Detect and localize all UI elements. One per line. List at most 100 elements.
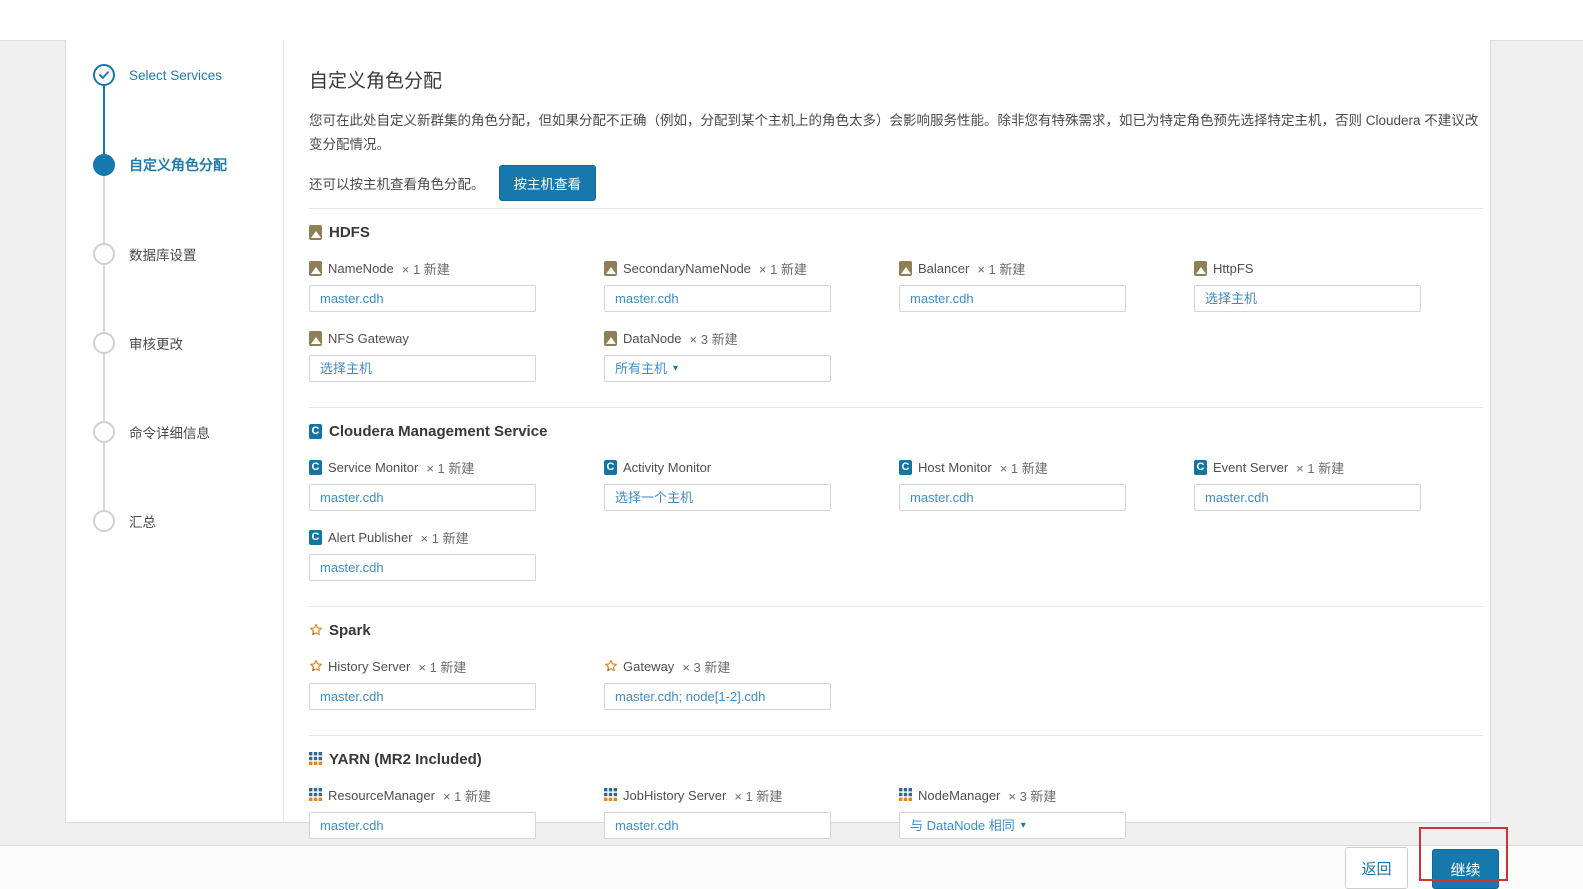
- back-button[interactable]: 返回: [1345, 847, 1408, 889]
- role-assignment-host-monitor: C Host Monitor × 1 新建 master.cdh ▾: [899, 457, 1194, 527]
- hdfs-icon: [604, 261, 617, 276]
- step-select-services: Select Services: [66, 64, 284, 86]
- role-assignment-gateway: Gateway × 3 新建 master.cdh; node[1-2].cdh…: [604, 656, 899, 726]
- section-yarn: YARN (MR2 Included) ResourceManager × 1 …: [309, 735, 1483, 855]
- role-name: ResourceManager: [328, 788, 435, 803]
- yarn-icon: [309, 752, 322, 767]
- step-label: 命令详细信息: [129, 422, 210, 442]
- step-connector-line-active: [103, 75, 105, 165]
- role-count: × 1 新建: [734, 786, 782, 805]
- role-count: × 1 新建: [1000, 458, 1048, 477]
- yarn-icon: [604, 788, 617, 803]
- host-select-field[interactable]: master.cdh ▾: [309, 285, 536, 312]
- role-name: Balancer: [918, 261, 969, 276]
- host-select-field[interactable]: master.cdh ▾: [309, 554, 536, 581]
- role-count: × 1 新建: [443, 786, 491, 805]
- section-title: YARN (MR2 Included): [329, 751, 482, 768]
- hdfs-icon: [1194, 261, 1207, 276]
- host-value: 与 DataNode 相同: [910, 813, 1015, 838]
- host-value: master.cdh: [615, 286, 679, 311]
- role-name: DataNode: [623, 331, 682, 346]
- host-value: master.cdh: [320, 555, 384, 580]
- step-database-setup: 数据库设置: [66, 243, 284, 265]
- role-count: × 1 新建: [426, 458, 474, 477]
- host-select-field[interactable]: master.cdh ▾: [309, 484, 536, 511]
- host-select-field[interactable]: 选择一个主机 ▾: [604, 484, 831, 511]
- role-name: Gateway: [623, 659, 674, 674]
- cloudera-manager-icon: C: [309, 530, 322, 545]
- host-value: master.cdh: [320, 813, 384, 838]
- step-label: 审核更改: [129, 333, 183, 353]
- step-todo-icon: [93, 421, 115, 443]
- role-name: JobHistory Server: [623, 788, 726, 803]
- host-select-field[interactable]: master.cdh ▾: [1194, 484, 1421, 511]
- host-value: master.cdh: [910, 485, 974, 510]
- host-select-field[interactable]: master.cdh ▾: [604, 812, 831, 839]
- section-cloudera-management-service: C Cloudera Management Service C Service …: [309, 407, 1483, 597]
- role-name: Alert Publisher: [328, 530, 413, 545]
- role-count: × 1 新建: [421, 528, 469, 547]
- wizard-card: Select Services 自定义角色分配 数据库设置 审核更改 命令详细信…: [65, 40, 1491, 823]
- role-name: Activity Monitor: [623, 460, 711, 475]
- hdfs-icon: [309, 331, 322, 346]
- host-select-field[interactable]: master.cdh ▾: [604, 285, 831, 312]
- wizard-steps-sidebar: Select Services 自定义角色分配 数据库设置 审核更改 命令详细信…: [66, 40, 284, 822]
- hdfs-icon: [309, 261, 322, 276]
- cloudera-manager-icon: C: [1194, 460, 1207, 475]
- role-name: Event Server: [1213, 460, 1288, 475]
- role-name: Service Monitor: [328, 460, 418, 475]
- role-assignment-alert-publisher: C Alert Publisher × 1 新建 master.cdh ▾: [309, 527, 604, 597]
- hdfs-icon: [604, 331, 617, 346]
- role-count: × 1 新建: [977, 259, 1025, 278]
- step-label: 自定义角色分配: [129, 155, 227, 175]
- host-value: 选择一个主机: [615, 485, 693, 510]
- host-select-field[interactable]: master.cdh; node[1-2].cdh ▾: [604, 683, 831, 710]
- host-value: master.cdh: [320, 485, 384, 510]
- host-value: 选择主机: [1205, 286, 1257, 311]
- step-todo-icon: [93, 510, 115, 532]
- step-review-changes: 审核更改: [66, 332, 284, 354]
- main-content: 自定义角色分配 您可在此处自定义新群集的角色分配，但如果分配不正确（例如，分配到…: [309, 40, 1483, 855]
- role-assignment-nfs-gateway: NFS Gateway 选择主机 ▾: [309, 328, 604, 398]
- continue-button[interactable]: 继续: [1432, 849, 1499, 889]
- step-customize-roles: 自定义角色分配: [66, 154, 284, 176]
- role-count: × 1 新建: [402, 259, 450, 278]
- role-assignment-history-server: History Server × 1 新建 master.cdh ▾: [309, 656, 604, 726]
- yarn-icon: [899, 788, 912, 803]
- role-assignment-httpfs: HttpFS 选择主机 ▾: [1194, 258, 1489, 328]
- spark-icon: [309, 623, 322, 638]
- section-title: HDFS: [329, 224, 370, 241]
- caret-down-icon: ▾: [673, 356, 678, 381]
- host-select-field[interactable]: master.cdh ▾: [309, 683, 536, 710]
- role-assignment-balancer: Balancer × 1 新建 master.cdh ▾: [899, 258, 1194, 328]
- host-select-field[interactable]: master.cdh ▾: [309, 812, 536, 839]
- spark-icon: [604, 659, 617, 674]
- step-current-icon: [93, 154, 115, 176]
- role-name: Host Monitor: [918, 460, 992, 475]
- role-name: NameNode: [328, 261, 394, 276]
- host-select-field[interactable]: 选择主机 ▾: [1194, 285, 1421, 312]
- role-name: HttpFS: [1213, 261, 1253, 276]
- host-value: 所有主机: [615, 356, 667, 381]
- cloudera-manager-icon: C: [309, 460, 322, 475]
- role-count: × 3 新建: [690, 329, 738, 348]
- host-value: master.cdh: [1205, 485, 1269, 510]
- step-todo-icon: [93, 332, 115, 354]
- host-select-dropdown[interactable]: 与 DataNode 相同 ▾: [899, 812, 1126, 839]
- role-assignment-datanode: DataNode × 3 新建 所有主机 ▾: [604, 328, 899, 398]
- host-select-field[interactable]: 选择主机 ▾: [309, 355, 536, 382]
- role-assignment-service-monitor: C Service Monitor × 1 新建 master.cdh ▾: [309, 457, 604, 527]
- hdfs-icon: [899, 261, 912, 276]
- role-name: History Server: [328, 659, 410, 674]
- host-value: master.cdh: [615, 813, 679, 838]
- step-summary: 汇总: [66, 510, 284, 532]
- host-select-field[interactable]: master.cdh ▾: [899, 285, 1126, 312]
- role-name: NodeManager: [918, 788, 1000, 803]
- step-todo-icon: [93, 243, 115, 265]
- view-by-host-button[interactable]: 按主机查看: [499, 165, 597, 201]
- host-select-field[interactable]: master.cdh ▾: [899, 484, 1126, 511]
- section-title: Spark: [329, 622, 371, 639]
- host-value: 选择主机: [320, 356, 372, 381]
- spark-icon: [309, 659, 322, 674]
- host-select-dropdown[interactable]: 所有主机 ▾: [604, 355, 831, 382]
